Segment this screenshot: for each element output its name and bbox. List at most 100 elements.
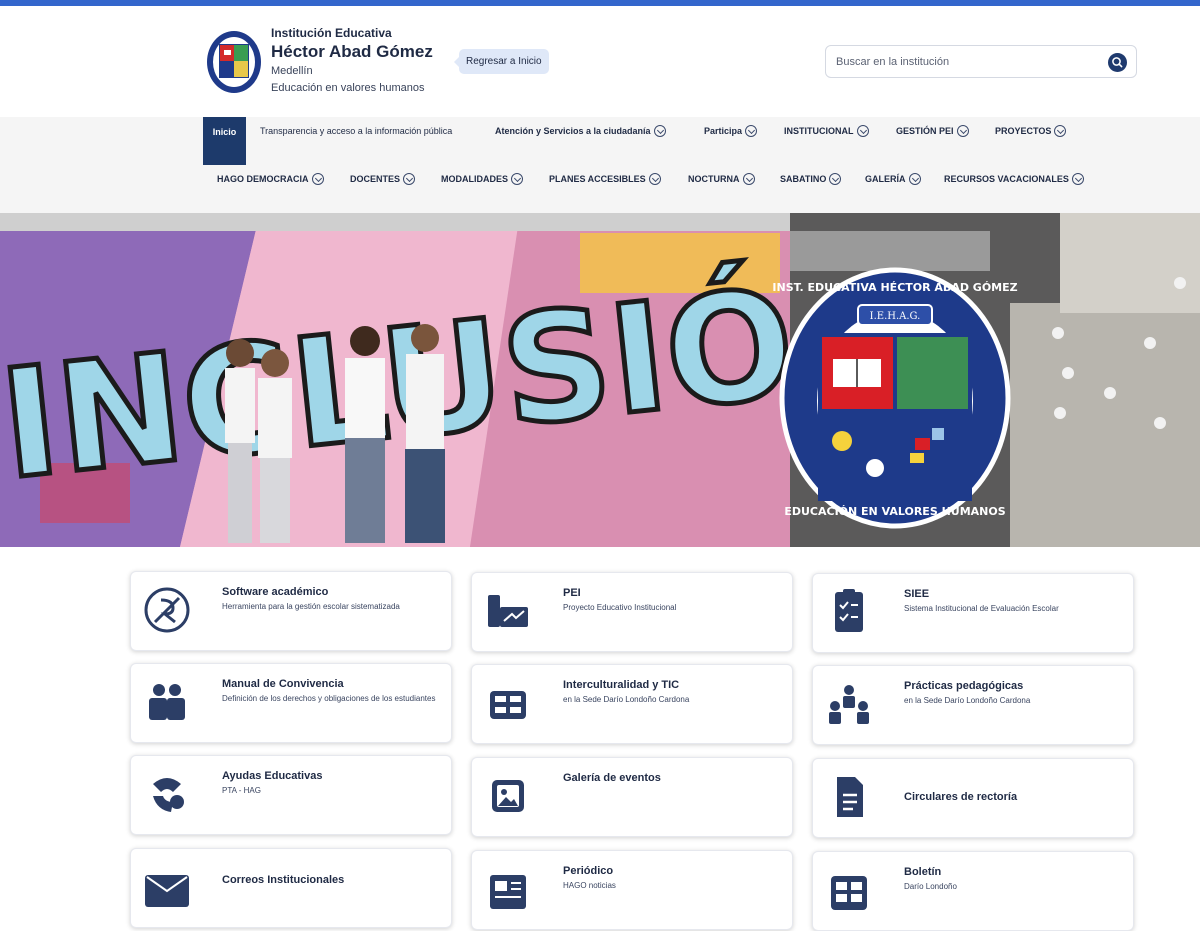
chevron-down-icon [403, 172, 416, 185]
quick-links-grid: Software académico Herramienta para la g… [0, 560, 1200, 931]
card-title: Manual de Convivencia [222, 678, 344, 690]
pei-icon [488, 595, 528, 627]
chevron-down-icon [311, 172, 324, 185]
nav-label: DOCENTES [350, 174, 401, 184]
nav-hago-democracia[interactable]: HAGO DEMOCRACIA [217, 172, 324, 186]
nav-galeria[interactable]: GALERÍA [865, 172, 921, 186]
chevron-down-icon [653, 124, 666, 137]
chevron-down-icon [829, 172, 842, 185]
card-desc: Proyecto Educativo Institucional [563, 603, 677, 612]
card-title: Correos Institucionales [222, 874, 345, 886]
group-icon [829, 685, 869, 724]
card-circulares-rectoria[interactable]: Circulares de rectoría [812, 758, 1134, 838]
gallery-icon [492, 780, 524, 812]
hero-banner: INCLUSIÓN I.E.H.A.G. INST. EDUCATIVA HÉC… [0, 213, 1200, 547]
nav-label: GALERÍA [865, 174, 906, 184]
nav-modalidades[interactable]: MODALIDADES [441, 172, 523, 186]
nav-institucional[interactable]: INSTITUCIONAL [784, 124, 869, 138]
nav-proyectos[interactable]: PROYECTOS [995, 124, 1067, 138]
card-software-academico[interactable]: Software académico Herramienta para la g… [130, 571, 452, 651]
card-title: PEI [563, 587, 581, 599]
card-desc: en la Sede Darío Londoño Cardona [904, 696, 1031, 705]
nav-nocturna[interactable]: NOCTURNA [688, 172, 755, 186]
checklist-icon [835, 589, 863, 632]
tools-icon [153, 778, 184, 812]
nav-transparencia[interactable]: Transparencia y acceso a la información … [260, 125, 470, 137]
search-input[interactable] [836, 53, 1106, 71]
nav-label: Transparencia y acceso a la información … [260, 126, 453, 136]
panels-icon [490, 691, 526, 719]
nav-label: GESTIÓN PEI [896, 126, 954, 136]
document-icon [837, 777, 863, 817]
home-tooltip: Regresar a Inicio [454, 49, 549, 74]
seal-top-text: INST. EDUCATIVA HÉCTOR ABAD GÓMEZ [772, 281, 1017, 294]
nav-participa[interactable]: Participa [704, 124, 758, 138]
institution-motto: Educación en valores humanos [271, 82, 425, 94]
card-desc: Herramienta para la gestión escolar sist… [222, 602, 400, 611]
card-pei[interactable]: PEI Proyecto Educativo Institucional [471, 572, 793, 652]
hero-image: INCLUSIÓN I.E.H.A.G. INST. EDUCATIVA HÉC… [0, 213, 1200, 547]
chevron-down-icon [856, 124, 869, 137]
card-manual-convivencia[interactable]: Manual de Convivencia Definición de los … [130, 663, 452, 743]
card-title: Boletín [904, 866, 942, 878]
card-title: Prácticas pedagógicas [904, 680, 1024, 692]
chevron-down-icon [956, 124, 969, 137]
nav-label: Atención y Servicios a la ciudadanía [495, 126, 651, 136]
nav-sabatino[interactable]: SABATINO [780, 172, 842, 186]
nav-label: Participa [704, 126, 743, 136]
card-desc: HAGO noticias [563, 881, 616, 890]
nav-gestion-pei[interactable]: GESTIÓN PEI [896, 124, 969, 138]
card-title: Software académico [222, 586, 329, 598]
search-box [825, 45, 1137, 78]
nav-recursos-vacacionales[interactable]: RECURSOS VACACIONALES [944, 172, 1084, 186]
nav-label: PROYECTOS [995, 126, 1052, 136]
chevron-down-icon [648, 172, 661, 185]
seal-badge: I.E.H.A.G. [870, 311, 921, 322]
institution-city: Medellín [271, 65, 313, 77]
card-desc: PTA - HAG [222, 786, 261, 795]
school-logo-icon[interactable] [206, 30, 262, 94]
card-galeria-eventos[interactable]: Galería de eventos [471, 757, 793, 837]
chevron-down-icon [745, 124, 758, 137]
card-title: Periódico [563, 865, 614, 877]
card-title: Galería de eventos [563, 772, 661, 784]
site-header: Institución Educativa Héctor Abad Gómez … [0, 6, 1200, 117]
card-desc: Sistema Institucional de Evaluación Esco… [904, 604, 1059, 613]
card-siee[interactable]: SIEE Sistema Institucional de Evaluación… [812, 573, 1134, 653]
mail-icon [145, 875, 189, 907]
nav-docentes[interactable]: DOCENTES [350, 172, 416, 186]
chevron-down-icon [511, 172, 523, 185]
card-desc: Darío Londoño [904, 882, 957, 891]
card-periodico[interactable]: Periódico HAGO noticias [471, 850, 793, 930]
chevron-down-icon [1054, 124, 1067, 137]
search-button[interactable] [1108, 53, 1127, 72]
seal-bottom-text: EDUCACIÓN EN VALORES HUMANOS [784, 505, 1005, 518]
nav-atencion[interactable]: Atención y Servicios a la ciudadanía [495, 124, 666, 138]
card-interculturalidad-tic[interactable]: Interculturalidad y TIC en la Sede Darío… [471, 664, 793, 744]
institution-type: Institución Educativa [271, 26, 392, 40]
nav-label: HAGO DEMOCRACIA [217, 174, 309, 184]
card-ayudas-educativas[interactable]: Ayudas Educativas PTA - HAG [130, 755, 452, 835]
nav-inicio[interactable]: Inicio [203, 117, 246, 165]
people-icon [149, 684, 185, 720]
brand-block[interactable]: Institución Educativa Héctor Abad Gómez … [271, 26, 471, 97]
nav-label: NOCTURNA [688, 174, 740, 184]
nav-label: INSTITUCIONAL [784, 126, 854, 136]
card-correos-institucionales[interactable]: Correos Institucionales [130, 848, 452, 928]
main-navigation: Transparencia y acceso a la información … [0, 117, 1200, 213]
nav-planes-accesibles[interactable]: PLANES ACCESIBLES [549, 172, 661, 186]
nav-label: PLANES ACCESIBLES [549, 174, 646, 184]
card-title: Circulares de rectoría [904, 791, 1018, 803]
card-practicas-pedagogicas[interactable]: Prácticas pedagógicas en la Sede Darío L… [812, 665, 1134, 745]
card-desc: Definición de los derechos y obligacione… [222, 694, 436, 703]
nav-label: MODALIDADES [441, 174, 508, 184]
chevron-down-icon [742, 172, 755, 185]
nav-label: SABATINO [780, 174, 827, 184]
card-boletin[interactable]: Boletín Darío Londoño [812, 851, 1134, 931]
search-icon [1112, 57, 1123, 68]
nav-label: RECURSOS VACACIONALES [944, 174, 1069, 184]
bulletin-icon [831, 876, 867, 910]
software-icon [144, 587, 190, 633]
chevron-down-icon [1071, 172, 1084, 185]
card-desc: en la Sede Darío Londoño Cardona [563, 695, 690, 704]
